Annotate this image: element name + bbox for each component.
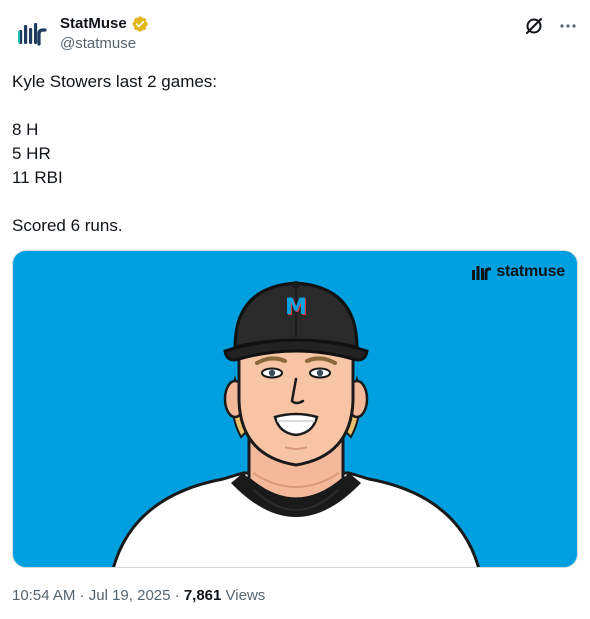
separator: ·	[174, 587, 184, 604]
verified-badge-icon	[132, 16, 148, 32]
tweet-text: Kyle Stowers last 2 games: 8 H 5 HR 11 R…	[12, 72, 218, 235]
tweet-time[interactable]: 10:54 AM	[12, 587, 75, 604]
tweet-date[interactable]: Jul 19, 2025	[89, 587, 171, 604]
statmuse-logo-icon	[18, 23, 47, 46]
views-label: Views	[225, 587, 266, 604]
views-count: 7,861	[183, 587, 222, 604]
grok-icon[interactable]	[524, 16, 544, 36]
statmuse-watermark: statmuse	[472, 263, 565, 281]
separator: ·	[79, 587, 89, 604]
tweet-image[interactable]: M statmuse	[12, 250, 578, 568]
watermark-text: statmuse	[496, 263, 565, 280]
cap-logo: M	[285, 295, 307, 320]
tweet-header: StatMuse @statmuse	[12, 10, 578, 58]
statmuse-bars-icon	[472, 266, 492, 280]
display-name[interactable]: StatMuse	[60, 14, 127, 34]
handle[interactable]: @statmuse	[60, 34, 149, 54]
more-icon[interactable]	[558, 16, 578, 36]
tweet-meta: 10:54 AM · Jul 19, 2025 · 7,861 Views	[12, 586, 265, 606]
avatar[interactable]	[12, 14, 52, 54]
